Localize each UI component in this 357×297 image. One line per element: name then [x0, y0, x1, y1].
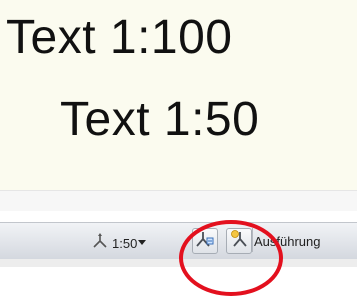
triangle-down-icon: [137, 234, 147, 252]
annotation-visibility-button[interactable]: [192, 228, 218, 254]
workspace-label[interactable]: Ausführung: [254, 234, 321, 249]
drawing-canvas[interactable]: Text 1:100 Text 1:50: [0, 0, 357, 190]
annotation-scale-dropdown[interactable]: 1:50: [90, 231, 147, 255]
drawing-text-1-50[interactable]: Text 1:50: [60, 92, 259, 147]
auto-add-scale-button[interactable]: [226, 228, 252, 254]
annotation-scale-value: 1:50: [112, 235, 138, 251]
bottom-edge: [0, 259, 357, 267]
annotation-visibility-icon: [195, 229, 215, 254]
drawing-text-1-100[interactable]: Text 1:100: [6, 10, 232, 65]
window-divider: [0, 190, 357, 211]
auto-add-scale-icon: [229, 229, 249, 254]
annotation-scale-icon: [90, 232, 110, 255]
status-bar-separator: [252, 228, 253, 252]
